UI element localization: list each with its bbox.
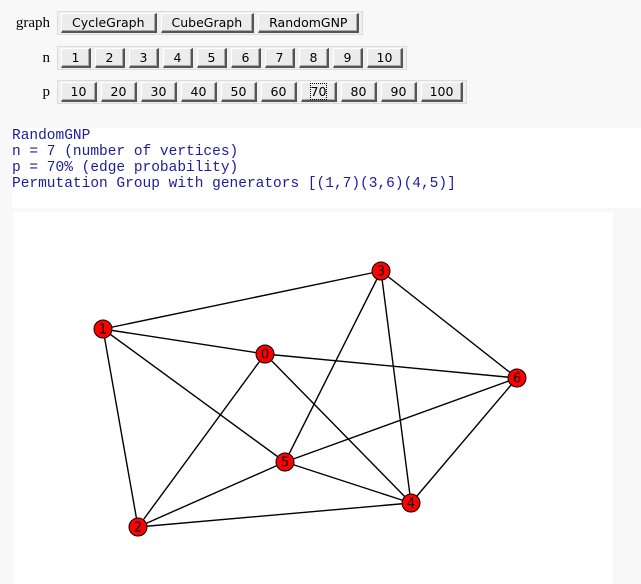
p-option-label: 100 [429, 84, 454, 99]
node-label: 0 [261, 348, 269, 363]
node-4: 4 [401, 493, 421, 513]
graph-option-label: CycleGraph [72, 15, 145, 30]
graph-control-row: graph CycleGraph CubeGraph RandomGNP [0, 8, 364, 38]
n-option-label: 4 [173, 50, 182, 65]
n-option-label: 9 [343, 50, 352, 65]
edge-2-4 [137, 502, 412, 528]
p-option-label: 40 [190, 84, 207, 99]
node-1: 1 [93, 319, 113, 339]
n-option-button[interactable]: 9 [333, 48, 363, 68]
p-option-button[interactable]: 70 [301, 82, 337, 102]
node-3: 3 [371, 261, 391, 281]
p-button-group: 10 20 30 40 50 60 70 80 90 100 [57, 80, 467, 104]
edge-5-2 [137, 461, 286, 528]
p-option-label: 30 [150, 84, 167, 99]
graph-option-label: RandomGNP [269, 15, 348, 30]
graph-option-label: CubeGraph [171, 15, 243, 30]
edge-3-6 [380, 270, 518, 379]
edge-1-3 [102, 270, 382, 330]
graph-option-button[interactable]: RandomGNP [258, 13, 360, 33]
node-label: 1 [99, 323, 107, 338]
n-option-button[interactable]: 2 [95, 48, 125, 68]
node-2: 2 [128, 517, 148, 537]
edges-layer [102, 270, 518, 528]
p-control-row: p 10 20 30 40 50 60 70 80 90 100 [0, 77, 467, 107]
p-option-label: 70 [309, 83, 328, 100]
n-option-button[interactable]: 3 [129, 48, 159, 68]
output-text: RandomGNP n = 7 (number of vertices) p =… [12, 128, 641, 208]
p-option-button[interactable]: 100 [421, 82, 463, 102]
p-option-button[interactable]: 90 [381, 82, 417, 102]
edge-1-2 [102, 328, 139, 528]
node-label: 2 [134, 521, 142, 536]
graph-plot: 0 1 2 3 4 5 6 [93, 261, 527, 537]
output-line-n: n = 7 (number of vertices) [12, 144, 239, 160]
n-option-button[interactable]: 8 [299, 48, 329, 68]
n-control-row: n 1 2 3 4 5 6 7 8 9 10 [0, 43, 407, 73]
graph-option-button[interactable]: CubeGraph [160, 13, 255, 33]
output-line-automorphism: Permutation Group with generators [(1,7)… [12, 176, 456, 192]
n-option-button[interactable]: 5 [197, 48, 227, 68]
output-line-title: RandomGNP [12, 128, 91, 144]
n-option-label: 2 [105, 50, 114, 65]
p-option-button[interactable]: 30 [141, 82, 177, 102]
p-option-button[interactable]: 60 [261, 82, 297, 102]
n-option-button[interactable]: 4 [163, 48, 193, 68]
n-option-label: 1 [71, 50, 80, 65]
n-button-group: 1 2 3 4 5 6 7 8 9 10 [57, 46, 407, 70]
node-5: 5 [275, 452, 295, 472]
p-option-label: 90 [390, 84, 407, 99]
p-option-button[interactable]: 20 [101, 82, 137, 102]
node-label: 5 [281, 456, 289, 471]
p-option-button[interactable]: 10 [61, 82, 97, 102]
edge-0-2 [137, 353, 266, 528]
edge-5-4 [284, 461, 412, 504]
p-option-button[interactable]: 40 [181, 82, 217, 102]
p-option-label: 50 [230, 84, 247, 99]
n-option-label: 8 [309, 50, 318, 65]
node-0: 0 [255, 344, 275, 364]
n-option-button[interactable]: 6 [231, 48, 261, 68]
n-option-button[interactable]: 1 [61, 48, 91, 68]
p-option-label: 60 [270, 84, 287, 99]
n-option-button[interactable]: 7 [265, 48, 295, 68]
edge-0-4 [264, 353, 412, 504]
n-option-label: 7 [275, 50, 284, 65]
p-option-button[interactable]: 80 [341, 82, 377, 102]
p-label: p [42, 83, 51, 100]
node-label: 4 [407, 497, 415, 512]
n-option-button[interactable]: 10 [367, 48, 403, 68]
node-label: 6 [513, 372, 521, 387]
graph-option-button[interactable]: CycleGraph [61, 13, 157, 33]
p-option-label: 20 [110, 84, 127, 99]
node-6: 6 [507, 368, 527, 388]
n-option-label: 6 [241, 50, 250, 65]
edge-3-5 [284, 270, 382, 463]
n-label: n [42, 49, 51, 66]
edge-0-6 [264, 353, 518, 379]
graph-button-group: CycleGraph CubeGraph RandomGNP [57, 11, 364, 35]
n-option-label: 5 [207, 50, 216, 65]
output-line-p: p = 70% (edge probability) [12, 160, 239, 176]
node-label: 3 [377, 265, 385, 280]
p-option-label: 10 [70, 84, 87, 99]
edge-1-0 [102, 328, 266, 355]
p-option-button[interactable]: 50 [221, 82, 257, 102]
edge-3-4 [380, 270, 412, 504]
p-option-label: 80 [350, 84, 367, 99]
graph-label: graph [15, 14, 50, 31]
graph-plot-panel: 0 1 2 3 4 5 6 [13, 212, 613, 584]
n-option-label: 3 [139, 50, 148, 65]
n-option-label: 10 [376, 50, 393, 65]
